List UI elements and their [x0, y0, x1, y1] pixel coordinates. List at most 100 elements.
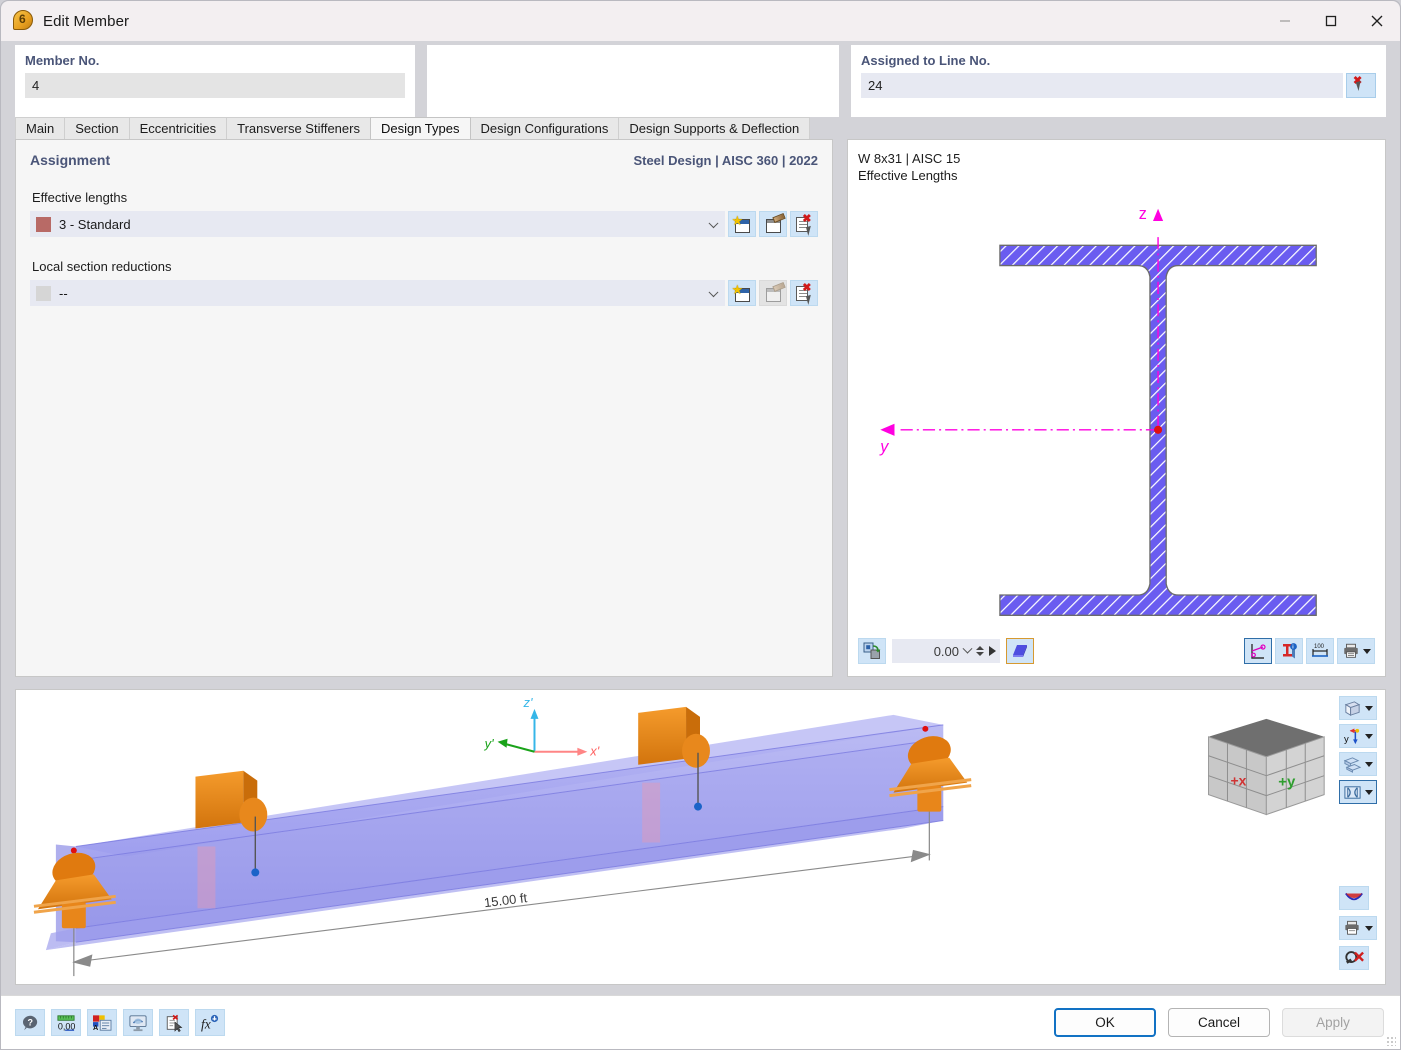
y-axis: y	[879, 424, 1158, 456]
local-section-reductions-label: Local section reductions	[32, 259, 818, 274]
section-subtitle-label: Effective Lengths	[858, 167, 1375, 184]
resize-grip[interactable]	[1386, 1036, 1396, 1046]
cube-wireframe-icon[interactable]	[1339, 696, 1377, 720]
effective-lengths-select-button[interactable]: ✖	[790, 211, 818, 237]
location-x-value: 0.00	[934, 644, 959, 659]
stepper-icon[interactable]	[976, 646, 984, 656]
colors-display-icon[interactable]: A	[87, 1009, 117, 1036]
svg-text:z: z	[1139, 205, 1147, 223]
nav-cube-face-x: +x	[1230, 773, 1246, 789]
local-section-reductions-value: --	[59, 286, 68, 301]
design-standard-label: Steel Design | AISC 360 | 2022	[633, 153, 818, 168]
tab-design-configurations[interactable]: Design Configurations	[470, 117, 620, 139]
tab-content: Assignment Steel Design | AISC 360 | 202…	[1, 139, 1400, 995]
section-preview-panel: W 8x31 | AISC 15 Effective Lengths	[847, 139, 1386, 677]
select-cursor-icon[interactable]	[159, 1009, 189, 1036]
member-no-label: Member No.	[25, 53, 405, 68]
axis-system-icon[interactable]: y	[1339, 724, 1377, 748]
svg-text:x': x'	[589, 744, 599, 759]
tab-section[interactable]: Section	[64, 117, 129, 139]
select-cursor-icon[interactable]: ✖	[1346, 73, 1376, 98]
app-icon	[13, 10, 35, 32]
question-balloon-icon[interactable]: ?	[15, 1009, 45, 1036]
assigned-line-label: Assigned to Line No.	[861, 53, 1376, 68]
local-section-reductions-combo[interactable]: --	[30, 280, 725, 306]
play-next-icon[interactable]	[989, 646, 996, 656]
effective-lengths-color-swatch	[36, 217, 51, 232]
navigation-cube: +x +y	[1209, 719, 1325, 815]
member-beam	[46, 715, 943, 950]
render-solid-icon[interactable]	[1006, 638, 1034, 664]
section-toolbar: Location x [ft] 0.00	[858, 665, 1375, 670]
cancel-button[interactable]: Cancel	[1168, 1008, 1270, 1037]
function-fx-icon[interactable]: fx	[195, 1009, 225, 1036]
chevron-down-icon[interactable]	[1365, 734, 1373, 739]
model-viewport[interactable]: 15.00 ft z' x' y'	[15, 689, 1386, 985]
effective-lengths-combo[interactable]: 3 - Standard	[30, 211, 725, 237]
viewport-tools-top: y	[1339, 696, 1377, 804]
local-section-reductions-select-button[interactable]: ✖	[790, 280, 818, 306]
units-decimals-icon[interactable]: 0,00	[51, 1009, 81, 1036]
section-properties-icon[interactable]: i	[1275, 638, 1303, 664]
maximize-icon[interactable]	[1308, 1, 1354, 41]
effective-lengths-row: 3 - Standard ★ ✖	[30, 211, 818, 237]
svg-text:y': y'	[484, 736, 494, 751]
assigned-line-input[interactable]: 24	[861, 73, 1343, 98]
restore-view-icon[interactable]	[858, 638, 886, 664]
ok-button[interactable]: OK	[1054, 1008, 1156, 1037]
dimension-label: 15.00 ft	[483, 890, 528, 910]
location-x-input[interactable]: 0.00	[892, 639, 1000, 663]
chevron-down-icon[interactable]	[1365, 926, 1373, 931]
local-section-reductions-row: -- ★ ✖	[30, 280, 818, 306]
chevron-down-icon[interactable]	[1363, 649, 1371, 654]
monitor-view-icon[interactable]	[123, 1009, 153, 1036]
svg-text:fx: fx	[201, 1016, 211, 1031]
tab-design-types[interactable]: Design Types	[370, 117, 471, 139]
member-no-input[interactable]: 4	[25, 73, 405, 98]
local-section-reductions-new-button[interactable]: ★	[728, 280, 756, 306]
assignment-title: Assignment	[30, 152, 110, 168]
zoom-clear-icon[interactable]	[1339, 946, 1369, 970]
member-no-card: Member No. 4	[15, 45, 415, 117]
dimension-line-icon[interactable]: 100	[1306, 638, 1334, 664]
chevron-down-icon[interactable]	[963, 643, 973, 653]
section-name-label: W 8x31 | AISC 15	[858, 150, 1375, 167]
section-view-icon[interactable]	[1339, 780, 1377, 804]
assignment-panel: Assignment Steel Design | AISC 360 | 202…	[15, 139, 833, 677]
effective-lengths-label: Effective lengths	[32, 190, 818, 205]
svg-text:y: y	[1344, 734, 1349, 745]
tab-bar: Main Section Eccentricities Transverse S…	[1, 117, 1400, 139]
centroid-marker	[1154, 426, 1162, 434]
tab-eccentricities[interactable]: Eccentricities	[129, 117, 228, 139]
svg-text:A: A	[93, 1023, 98, 1032]
effective-lengths-edit-button[interactable]	[759, 211, 787, 237]
assigned-line-card: Assigned to Line No. 24 ✖	[851, 45, 1386, 117]
effective-lengths-value: 3 - Standard	[59, 217, 131, 232]
viewport-tools-bottom	[1339, 886, 1377, 970]
effective-lengths-new-button[interactable]: ★	[728, 211, 756, 237]
window-title: Edit Member	[43, 13, 129, 30]
chevron-down-icon[interactable]	[1365, 706, 1373, 711]
axes-dimensions-icon[interactable]	[1244, 638, 1272, 664]
tab-transverse-stiffeners[interactable]: Transverse Stiffeners	[226, 117, 371, 139]
middle-card	[427, 45, 839, 117]
nav-cube-face-y: +y	[1278, 774, 1296, 791]
close-icon[interactable]	[1354, 1, 1400, 41]
solid-render-icon[interactable]	[1339, 752, 1377, 776]
printer-icon[interactable]	[1339, 916, 1377, 940]
minimize-icon[interactable]	[1262, 1, 1308, 41]
svg-text:100: 100	[1314, 644, 1325, 650]
title-bar: Edit Member	[1, 1, 1400, 41]
printer-icon[interactable]	[1337, 638, 1375, 664]
chevron-down-icon[interactable]	[1365, 762, 1373, 767]
deformation-curve-icon[interactable]	[1339, 886, 1369, 910]
chevron-down-icon	[709, 218, 719, 228]
model-3d-scene: 15.00 ft z' x' y'	[16, 690, 1385, 984]
dialog-action-buttons: OK Cancel Apply	[1054, 1008, 1384, 1037]
dialog-bottom-bar: ? 0,00 A	[1, 995, 1400, 1049]
edit-member-dialog: Edit Member Member No. 4 Assigned to Lin…	[0, 0, 1401, 1050]
tab-main[interactable]: Main	[15, 117, 65, 139]
chevron-down-icon[interactable]	[1365, 790, 1373, 795]
axis-triad: z' x' y'	[484, 695, 600, 759]
tab-design-supports-deflection[interactable]: Design Supports & Deflection	[618, 117, 810, 139]
